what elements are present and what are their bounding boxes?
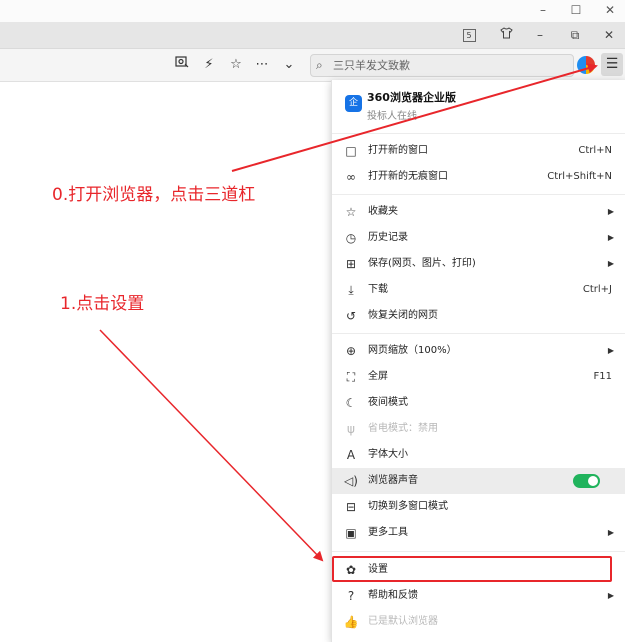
browser-main-menu: 企 360浏览器企业版 投标人在线 □ 打开新的窗口 Ctrl+N ∞ 打开新的… <box>331 80 625 642</box>
history-icon: ◷ <box>345 231 357 245</box>
screenshot-icon[interactable] <box>171 49 193 81</box>
moon-icon: ☾ <box>345 396 357 410</box>
fullscreen-icon: ⛶ <box>346 370 356 384</box>
menu-item-label: 切换到多窗口模式 <box>368 501 448 512</box>
menu-item-power-saving: ψ 省电模式：禁用 <box>332 416 625 442</box>
menu-item-label: 网页缩放（100%） <box>368 345 457 356</box>
submenu-arrow-icon: ▶ <box>607 591 614 600</box>
menu-item-label: 收藏夹 <box>368 206 398 217</box>
profile-name: 360浏览器企业版 <box>367 91 456 104</box>
arrow-to-settings <box>99 329 324 562</box>
avatar-icon[interactable] <box>577 56 595 74</box>
menu-item-save[interactable]: ⊞ 保存(网页、图片、打印) ▶ <box>332 251 625 277</box>
search-placeholder: 三只羊发文致歉 <box>333 59 410 72</box>
menu-item-label: 浏览器声音 <box>368 475 418 486</box>
search-icon: ⌕ <box>316 58 323 72</box>
zoom-icon: ⊕ <box>345 344 357 358</box>
shortcut-label: Ctrl+Shift+N <box>547 171 612 182</box>
menu-item-download[interactable]: ⤓ 下载 Ctrl+J <box>332 277 625 303</box>
submenu-arrow-icon: ▶ <box>607 207 614 216</box>
annotation-step0: 0.打开浏览器，点击三道杠 <box>52 185 256 205</box>
menu-item-favorites[interactable]: ☆ 收藏夹 ▶ <box>332 199 625 225</box>
window-close-button[interactable]: ✕ <box>595 0 625 22</box>
menu-divider <box>332 133 625 134</box>
menu-item-more-tools[interactable]: ▣ 更多工具 ▶ <box>332 520 625 546</box>
menu-item-label: 历史记录 <box>368 232 408 243</box>
sound-toggle[interactable] <box>573 474 600 488</box>
chevron-down-icon[interactable]: ⌄ <box>278 49 300 81</box>
hamburger-menu-button[interactable]: ☰ <box>601 53 623 76</box>
menu-item-label: 更多工具 <box>368 527 408 538</box>
star-icon[interactable]: ☆ <box>225 49 247 81</box>
thumbs-up-icon: 👍 <box>343 615 359 629</box>
menu-item-new-incognito-window[interactable]: ∞ 打开新的无痕窗口 Ctrl+Shift+N <box>332 164 625 190</box>
incognito-icon: ∞ <box>346 170 356 184</box>
help-icon: ? <box>347 589 355 603</box>
save-icon: ⊞ <box>345 257 357 271</box>
profile-subtitle: 投标人在线 <box>367 111 417 122</box>
more-icon[interactable]: ⋯ <box>251 49 273 81</box>
menu-item-browser-sound[interactable]: ◁) 浏览器声音 <box>332 468 625 494</box>
tab-bar: 5 – ⧉ ✕ <box>0 22 625 49</box>
menu-item-help[interactable]: ? 帮助和反馈 ▶ <box>332 583 625 609</box>
menu-item-new-window[interactable]: □ 打开新的窗口 Ctrl+N <box>332 138 625 164</box>
menu-divider <box>332 194 625 195</box>
submenu-arrow-icon: ▶ <box>607 528 614 537</box>
menu-item-label: 保存(网页、图片、打印) <box>368 258 476 269</box>
minimize-icon[interactable]: – <box>528 22 552 48</box>
search-input[interactable]: ⌕ 三只羊发文致歉 <box>310 54 574 77</box>
restore-icon: ↺ <box>345 309 357 323</box>
menu-item-history[interactable]: ◷ 历史记录 ▶ <box>332 225 625 251</box>
annotation-step1: 1.点击设置 <box>60 294 145 314</box>
favorites-icon: ☆ <box>345 205 357 219</box>
menu-item-multi-window[interactable]: ⊟ 切换到多窗口模式 <box>332 494 625 520</box>
address-toolbar: ⚡ ☆ ⋯ ⌄ ⌕ 三只羊发文致歉 <box>0 49 625 82</box>
toolbox-icon: ▣ <box>345 526 357 540</box>
menu-item-label: 打开新的无痕窗口 <box>368 171 448 182</box>
close-icon[interactable]: ✕ <box>597 22 621 48</box>
shortcut-label: Ctrl+J <box>582 284 612 295</box>
menu-item-zoom[interactable]: ⊕ 网页缩放（100%） ▶ <box>332 338 625 364</box>
menu-item-font-size[interactable]: A 字体大小 <box>332 442 625 468</box>
menu-divider <box>332 551 625 552</box>
shortcut-label: Ctrl+N <box>578 145 612 156</box>
enterprise-badge-icon: 企 <box>345 95 362 112</box>
menu-item-label: 打开新的窗口 <box>368 145 428 156</box>
menu-item-label: 夜间模式 <box>368 397 408 408</box>
plug-icon: ψ <box>347 422 355 436</box>
menu-item-night-mode[interactable]: ☾ 夜间模式 <box>332 390 625 416</box>
shortcut-label: F11 <box>593 371 612 382</box>
menu-item-label: 已是默认浏览器 <box>368 616 438 627</box>
menu-item-label: 下载 <box>368 284 388 295</box>
window-maximize-button[interactable]: ☐ <box>561 0 591 22</box>
lightning-icon[interactable]: ⚡ <box>198 49 220 81</box>
menu-item-label: 全屏 <box>368 371 388 382</box>
restore-icon[interactable]: ⧉ <box>563 22 587 48</box>
menu-item-fullscreen[interactable]: ⛶ 全屏 F11 <box>332 364 625 390</box>
menu-item-label: 字体大小 <box>368 449 408 460</box>
menu-divider <box>332 333 625 334</box>
download-icon: ⤓ <box>348 283 354 297</box>
window-titlebar: – ☐ ✕ <box>0 0 625 22</box>
settings-highlight-box <box>332 556 612 582</box>
submenu-arrow-icon: ▶ <box>607 233 614 242</box>
speaker-icon: ◁) <box>344 474 358 488</box>
window-minimize-button[interactable]: – <box>528 0 558 22</box>
submenu-arrow-icon: ▶ <box>607 259 614 268</box>
font-icon: A <box>346 448 356 462</box>
menu-item-default-browser: 👍 已是默认浏览器 <box>332 609 625 635</box>
tab-count-icon[interactable]: 5 <box>457 22 481 48</box>
submenu-arrow-icon: ▶ <box>607 346 614 355</box>
window-icon: □ <box>345 144 357 158</box>
menu-item-label: 省电模式：禁用 <box>368 423 438 434</box>
shirt-icon[interactable] <box>494 22 518 48</box>
menu-item-restore-closed[interactable]: ↺ 恢复关闭的网页 <box>332 303 625 329</box>
multi-window-icon: ⊟ <box>345 500 357 514</box>
menu-item-label: 帮助和反馈 <box>368 590 418 601</box>
menu-item-label: 恢复关闭的网页 <box>368 310 438 321</box>
profile-header[interactable]: 企 360浏览器企业版 投标人在线 <box>332 80 625 132</box>
